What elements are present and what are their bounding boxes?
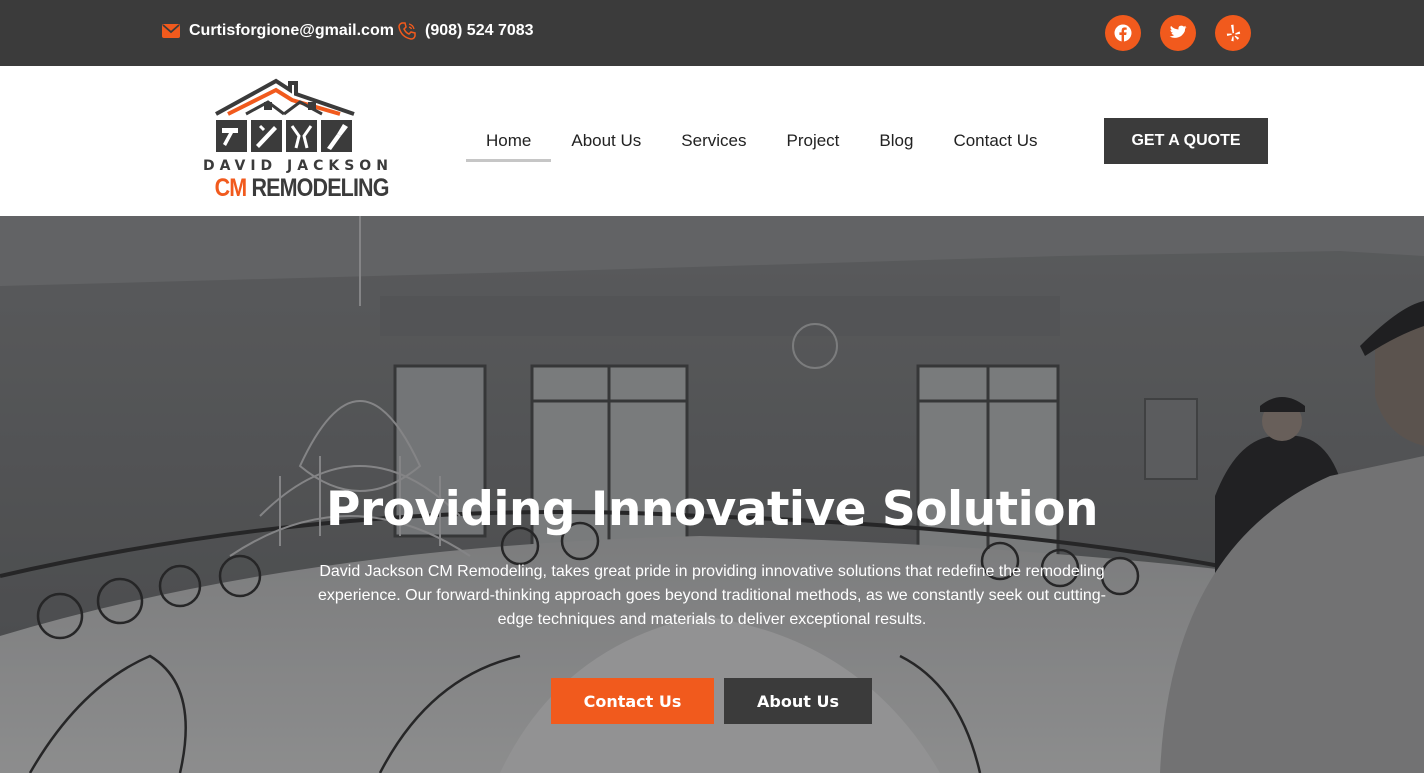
hero-section: Providing Innovative Solution David Jack… (0, 216, 1424, 773)
top-bar: Curtisforgione@gmail.com (908) 524 7083 (0, 0, 1424, 66)
email-text[interactable]: Curtisforgione@gmail.com (189, 22, 394, 40)
main-nav: Home About Us Services Project Blog Cont… (466, 118, 1058, 162)
yelp-icon (1226, 24, 1241, 42)
hero-title: Providing Innovative Solution (326, 482, 1098, 537)
nav-item-home[interactable]: Home (466, 118, 552, 162)
phone-contact[interactable]: (908) 524 7083 (398, 22, 534, 40)
site-logo[interactable]: DAVID JACKSON CM REMODELING (200, 78, 393, 206)
logo-house-icon (215, 78, 355, 152)
nav-item-project[interactable]: Project (766, 118, 859, 162)
twitter-link[interactable] (1160, 15, 1196, 51)
logo-text-bottom: CM REMODELING (214, 174, 390, 203)
site-header: DAVID JACKSON CM REMODELING Home About U… (0, 66, 1424, 216)
envelope-icon (162, 22, 180, 40)
phone-icon (398, 22, 416, 40)
facebook-icon (1114, 24, 1132, 42)
get-a-quote-button[interactable]: GET A QUOTE (1104, 118, 1268, 164)
hero-description: David Jackson CM Remodeling, takes great… (318, 563, 1106, 628)
nav-item-contact-us[interactable]: Contact Us (933, 118, 1057, 162)
contact-us-button[interactable]: Contact Us (551, 678, 714, 724)
phone-text[interactable]: (908) 524 7083 (425, 22, 534, 40)
nav-item-services[interactable]: Services (661, 118, 766, 162)
twitter-icon (1169, 25, 1187, 38)
yelp-link[interactable] (1215, 15, 1251, 51)
facebook-link[interactable] (1105, 15, 1141, 51)
nav-item-about-us[interactable]: About Us (551, 118, 661, 162)
logo-text-rest: REMODELING (251, 174, 389, 202)
nav-item-blog[interactable]: Blog (859, 118, 933, 162)
about-us-button[interactable]: About Us (724, 678, 872, 724)
social-links (1105, 15, 1251, 51)
email-contact[interactable]: Curtisforgione@gmail.com (162, 22, 394, 40)
logo-text-accent: CM (214, 174, 248, 202)
logo-text-top: DAVID JACKSON (203, 158, 393, 174)
